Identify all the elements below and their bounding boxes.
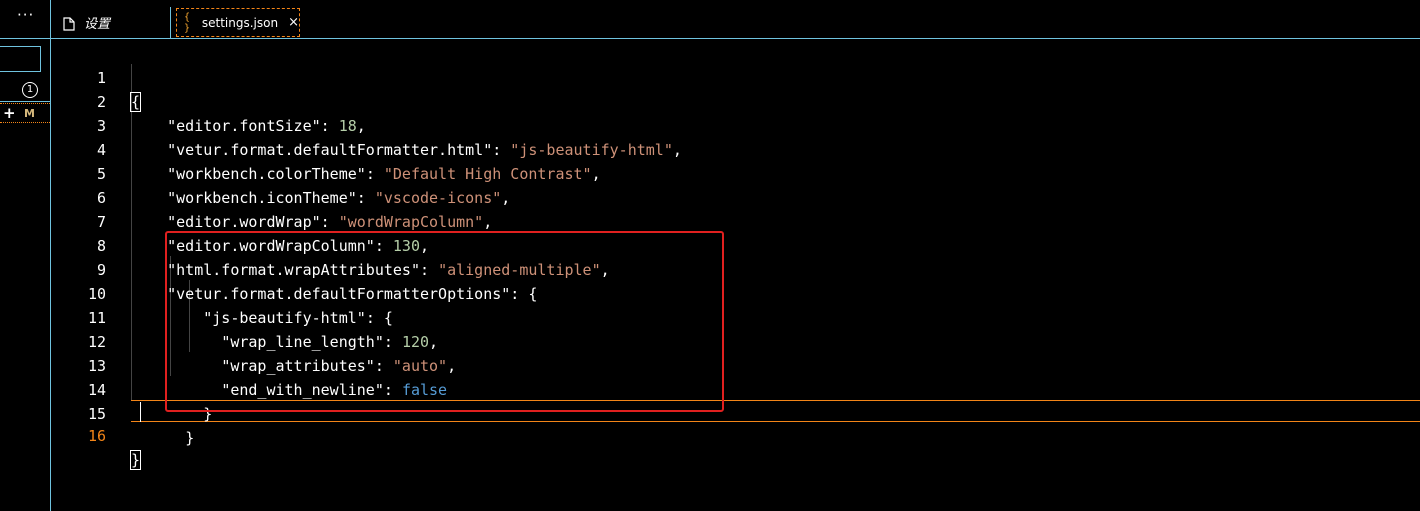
- line-number: 16: [87, 427, 106, 445]
- more-actions-icon[interactable]: ···: [17, 8, 34, 23]
- code-text: }: [129, 448, 142, 472]
- file-icon: [63, 16, 75, 31]
- sidebar-divider: [0, 38, 50, 39]
- changed-file-item[interactable]: + M: [0, 103, 50, 123]
- close-brace: }: [129, 450, 142, 470]
- annotation-highlight-box: [165, 231, 724, 412]
- tab-label: 设置: [84, 17, 111, 32]
- sidebar-divider: [0, 101, 50, 102]
- code-line: 3 "vetur.format.defaultFormatter.html": …: [52, 90, 1420, 159]
- sidebar-search-input[interactable]: [0, 46, 41, 72]
- code-line: 5 "workbench.iconTheme": "vscode-icons",: [52, 138, 1420, 207]
- code-editor[interactable]: 1 { 2 "editor.fontSize": 18, 3 "vetur.fo…: [52, 40, 1420, 511]
- editor-tab-bar: 设置 { } settings.json ×: [51, 0, 1420, 39]
- json-braces-icon: { }: [184, 11, 191, 34]
- code-line: 6 "editor.wordWrap": "wordWrapColumn",: [52, 162, 1420, 231]
- stage-change-plus-icon[interactable]: +: [3, 105, 16, 121]
- code-text: }: [185, 429, 195, 447]
- changes-count-badge: 1: [22, 82, 38, 98]
- code-line: 4 "workbench.colorTheme": "Default High …: [52, 114, 1420, 183]
- close-icon[interactable]: ×: [288, 16, 299, 29]
- activity-sidebar: ··· 1 + M: [0, 0, 51, 511]
- tab-settings-json[interactable]: { } settings.json ×: [176, 8, 300, 37]
- code-line: 2 "editor.fontSize": 18,: [52, 66, 1420, 135]
- code-line: 1 {: [52, 42, 1420, 112]
- tab-label: settings.json: [201, 15, 279, 30]
- tab-settings-ui[interactable]: 设置: [51, 7, 171, 38]
- text-cursor: [140, 402, 141, 422]
- modified-flag: M: [24, 107, 35, 120]
- code-line: 7 "editor.wordWrapColumn": 130,: [52, 186, 1420, 255]
